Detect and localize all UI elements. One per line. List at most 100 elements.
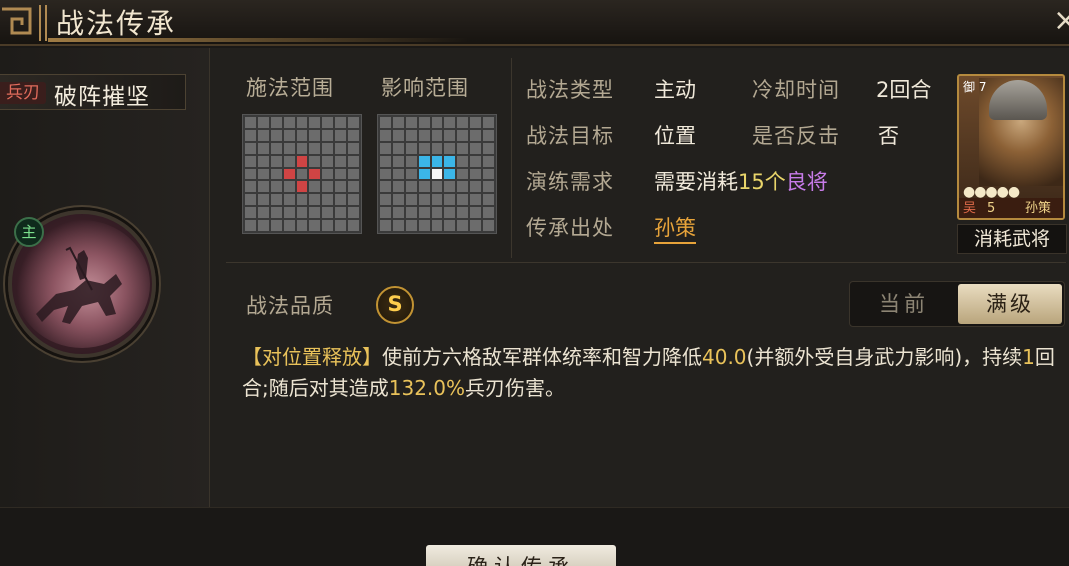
quality-label: 战法品质 — [246, 294, 334, 318]
grid-cell — [483, 220, 494, 231]
grid-cell — [431, 129, 443, 141]
grid-cell — [257, 194, 269, 206]
grid-cell — [257, 155, 269, 167]
grid-cell — [296, 181, 308, 193]
grid-cell — [392, 117, 404, 128]
window-header: 战法传承 × — [0, 0, 1069, 46]
grid-cell — [335, 194, 347, 206]
description-text: 使前方六格敌军群体统率和智力降低 — [382, 345, 702, 369]
grid-cell — [309, 155, 321, 167]
general-card[interactable]: 御 7 ●●●●● 吴 5 孙策 — [957, 74, 1065, 220]
general-name: 孙策 — [1025, 201, 1052, 216]
grid-cell — [380, 220, 391, 231]
grid-cell — [392, 129, 404, 141]
grid-cell — [335, 129, 347, 141]
grid-cell — [444, 142, 456, 154]
tab-max-level[interactable]: 满级 — [958, 284, 1062, 324]
grid-cell — [470, 155, 482, 167]
grid-cell — [335, 155, 347, 167]
grid-cell — [470, 207, 482, 219]
general-faction: 吴 — [963, 201, 977, 216]
grid-cell — [270, 181, 282, 193]
cast-range-grid — [242, 114, 362, 234]
grid-cell — [431, 220, 443, 231]
grid-cell — [322, 207, 334, 219]
grid-cell — [296, 194, 308, 206]
training-prefix: 需要消耗 — [654, 170, 738, 194]
description-lead: 【对位置释放】 — [242, 345, 382, 369]
grid-cell — [348, 155, 359, 167]
divider — [226, 262, 1066, 263]
skill-name: 破阵摧坚 — [54, 84, 150, 110]
grid-cell — [470, 117, 482, 128]
confirm-inherit-button[interactable]: 确认传承 — [426, 545, 616, 566]
quality-grade-badge: S — [376, 286, 414, 324]
cooldown-value: 2回合 — [876, 78, 932, 102]
skill-type-value: 主动 — [654, 78, 696, 102]
close-button[interactable]: × — [1053, 6, 1069, 36]
grid-cell — [470, 194, 482, 206]
grid-cell — [470, 181, 482, 193]
grid-cell — [483, 117, 494, 128]
grid-cell — [405, 207, 417, 219]
tab-current-level[interactable]: 当前 — [850, 282, 958, 326]
grid-cell — [392, 142, 404, 154]
general-level: 5 — [987, 201, 996, 216]
grid-cell — [470, 129, 482, 141]
grid-cell — [380, 142, 391, 154]
grid-cell — [457, 129, 469, 141]
origin-label: 传承出处 — [526, 216, 614, 240]
grid-cell — [322, 155, 334, 167]
grid-cell — [283, 194, 295, 206]
grid-cell — [431, 142, 443, 154]
grid-cell — [245, 181, 256, 193]
grid-cell — [457, 142, 469, 154]
grid-cell — [380, 155, 391, 167]
grid-cell — [405, 142, 417, 154]
training-label: 演练需求 — [526, 170, 614, 194]
grid-cell — [335, 117, 347, 128]
grid-cell — [348, 142, 359, 154]
grid-cell — [245, 220, 256, 231]
grid-cell — [257, 207, 269, 219]
origin-link[interactable]: 孙策 — [654, 216, 696, 244]
grid-cell — [392, 220, 404, 231]
grid-cell — [483, 129, 494, 141]
grid-cell — [257, 181, 269, 193]
grid-cell — [257, 117, 269, 128]
cast-range-label: 施法范围 — [246, 76, 334, 100]
grid-cell — [483, 142, 494, 154]
grid-cell — [322, 142, 334, 154]
grid-cell — [392, 155, 404, 167]
grid-cell — [470, 142, 482, 154]
grid-cell — [270, 194, 282, 206]
grid-cell — [380, 194, 391, 206]
grid-cell — [283, 117, 295, 128]
grid-cell — [245, 207, 256, 219]
origin-value[interactable]: 孙策 — [654, 212, 696, 244]
grid-cell — [270, 117, 282, 128]
grid-cell — [405, 117, 417, 128]
grid-cell — [257, 220, 269, 231]
grid-cell — [322, 168, 334, 180]
grid-cell — [457, 207, 469, 219]
grid-cell — [431, 181, 443, 193]
counterattack-label: 是否反击 — [752, 124, 840, 148]
grid-cell — [392, 168, 404, 180]
grid-cell — [245, 117, 256, 128]
grid-cell — [322, 117, 334, 128]
grid-cell — [431, 168, 443, 180]
grid-cell — [296, 117, 308, 128]
grid-cell — [431, 155, 443, 167]
grid-cell — [405, 181, 417, 193]
grid-cell — [380, 207, 391, 219]
grid-cell — [392, 207, 404, 219]
grid-cell — [283, 220, 295, 231]
grid-cell — [444, 117, 456, 128]
grid-cell — [348, 207, 359, 219]
grid-cell — [245, 129, 256, 141]
grid-cell — [418, 194, 430, 206]
description-text: 兵刃伤害。 — [465, 376, 566, 400]
grid-cell — [348, 220, 359, 231]
description-value: 40.0 — [702, 345, 747, 369]
